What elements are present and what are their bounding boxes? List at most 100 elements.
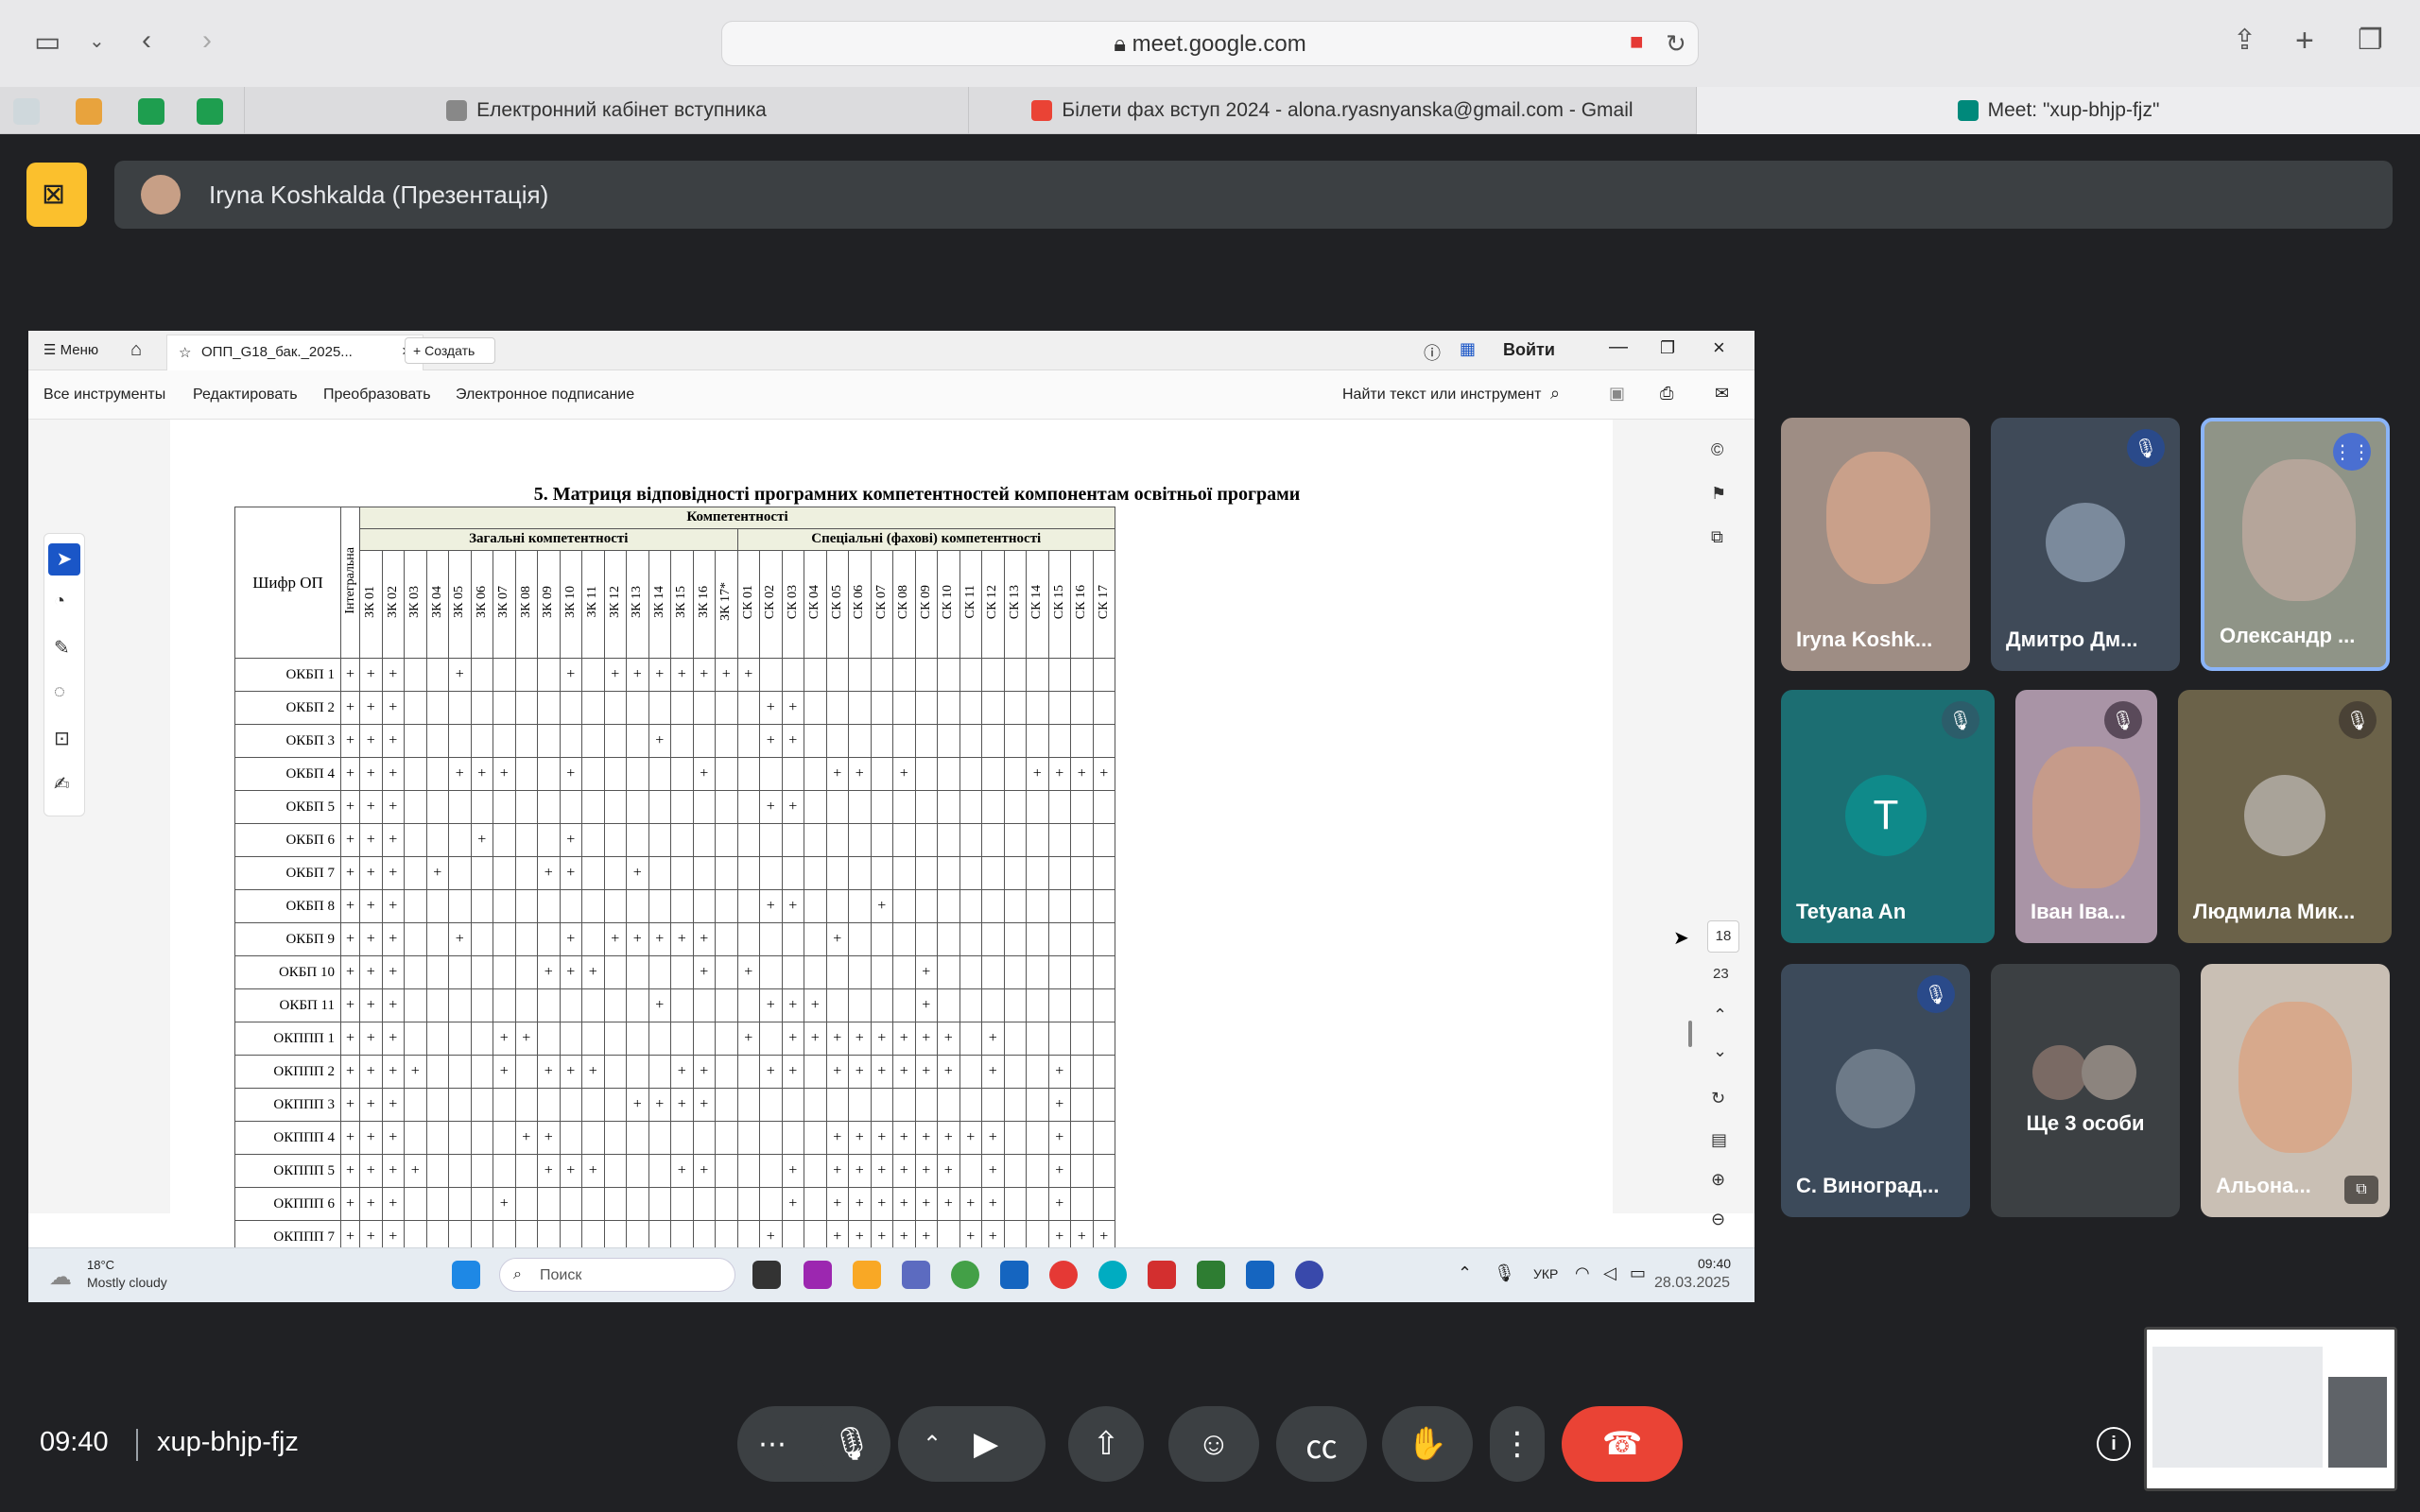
copilot-icon[interactable] [804,1261,832,1289]
mail-icon[interactable]: ✉ [1715,384,1729,404]
find-tool-input[interactable]: Найти текст или инструмент [1342,387,1541,404]
comment-tool-icon[interactable]: ◔ [54,591,65,612]
page-number-input[interactable]: 18 [1707,920,1739,953]
pip-icon[interactable]: ⧉ [2344,1176,2378,1204]
taskbar-search[interactable]: ⌕ Поиск [499,1258,735,1292]
chevron-up-icon[interactable]: ⌃ [923,1431,942,1458]
forward-icon[interactable]: › [202,26,212,55]
sidebar-toggle-icon[interactable]: ▭ [34,28,60,57]
word-icon[interactable] [1246,1261,1274,1289]
more-options-button[interactable]: ⋮ [1490,1406,1545,1482]
page-down-icon[interactable]: ⌄ [1713,1041,1727,1061]
matrix-cell [759,823,783,857]
copy-icon[interactable]: ⧉ [1711,527,1723,547]
tray-chevron-icon[interactable]: ⌃ [1458,1263,1472,1283]
participant-tile[interactable]: 🎙︎ Людмила Мик... [2178,690,2392,943]
taskbar-time[interactable]: 09:40 [1698,1256,1731,1271]
select-tool-icon[interactable]: ➤ [48,543,80,576]
wifi-icon[interactable]: ◠ [1575,1263,1590,1283]
task-view-icon[interactable] [752,1261,781,1289]
star-icon[interactable]: ☆ [179,344,191,361]
rotate-icon[interactable]: ↻ [1711,1089,1725,1108]
zoom-app-icon[interactable] [1295,1261,1323,1289]
create-button[interactable]: + Создать [405,337,495,364]
save-icon[interactable]: ▣ [1609,384,1625,404]
participant-tile[interactable]: Iryna Koshk... [1781,418,1970,671]
tab-applicant-cabinet[interactable]: Електронний кабінет вступника [244,87,968,134]
pinned-tab[interactable] [13,98,40,125]
scrollbar-thumb[interactable] [1688,1021,1692,1047]
lasso-tool-icon[interactable]: ◌ [54,681,65,703]
reactions-button[interactable]: ☺ [1168,1406,1259,1482]
zoom-out-icon[interactable]: ⊖ [1711,1210,1725,1229]
signin-button[interactable]: Войти [1503,340,1555,360]
tool-esign[interactable]: Электронное подписание [456,387,634,404]
acrobat-icon[interactable] [1148,1261,1176,1289]
menu-button[interactable]: ☰ Меню [43,341,98,358]
document-tab[interactable]: ☆ ОПП_G18_бак._2025... × [166,335,424,370]
tool-convert[interactable]: Преобразовать [323,387,431,404]
stop-presenting-button[interactable]: ⊠ [26,163,87,227]
yandex-icon[interactable] [1049,1261,1078,1289]
search-icon[interactable]: ⌕ [1550,384,1560,404]
raise-hand-button[interactable]: ✋ [1382,1406,1473,1482]
mic-button[interactable]: 🎙︎ [817,1409,887,1479]
minimize-icon[interactable]: — [1609,336,1628,358]
zoom-in-icon[interactable]: ⊕ [1711,1170,1725,1190]
participant-tile[interactable]: T 🎙︎ Tetyana An [1781,690,1995,943]
tool-edit[interactable]: Редактировать [193,387,298,404]
leave-call-button[interactable]: ☎ [1562,1406,1683,1482]
self-view-thumbnail[interactable] [2144,1327,2397,1491]
page-up-icon[interactable]: ⌃ [1713,1005,1727,1025]
excel-icon[interactable] [1197,1261,1225,1289]
close-window-icon[interactable]: × [1713,335,1725,360]
restore-icon[interactable]: ❐ [1660,338,1675,358]
sign-tool-icon[interactable]: ✍ [54,772,70,796]
tab-gmail[interactable]: Білети фах вступ 2024 - alona.ryasnyansk… [968,87,1696,134]
chrome-icon[interactable] [951,1261,979,1289]
language-indicator[interactable]: УКР [1533,1266,1558,1281]
more-audio-icon[interactable]: ⋯ [758,1428,786,1461]
captions-button[interactable]: ㏄ [1276,1406,1367,1482]
address-bar[interactable]: 🔒︎ meet.google.com ■ ↻ [721,21,1699,66]
chevron-down-icon[interactable]: ⌄ [89,32,105,51]
meeting-info-icon[interactable]: i [2097,1427,2131,1461]
taskbar-date[interactable]: 28.03.2025 [1654,1275,1730,1292]
share-icon[interactable]: ⇪ [2233,26,2256,55]
home-icon[interactable]: ⌂ [130,339,142,361]
present-button[interactable]: ⇧ [1068,1406,1144,1482]
pinned-tab-sheets[interactable] [197,98,223,125]
store-icon[interactable] [1000,1261,1028,1289]
volume-icon[interactable]: ◁ [1603,1263,1616,1283]
more-participants-tile[interactable]: Ще 3 особи [1991,964,2180,1217]
apps-grid-icon[interactable]: ▦ [1460,339,1476,359]
camera-recording-icon[interactable]: ■ [1630,31,1644,54]
windows-start-icon[interactable] [452,1261,480,1289]
camera-button[interactable]: ▶ [974,1425,998,1463]
mic-tray-icon[interactable]: 🎙︎ [1494,1263,1515,1283]
help-icon[interactable]: ⓘ [1424,340,1441,365]
participant-tile[interactable]: Альона... ⧉ [2201,964,2390,1217]
edge-icon[interactable] [1098,1261,1127,1289]
back-icon[interactable]: ‹ [142,26,151,55]
participant-tile[interactable]: 🎙︎ Іван Іва... [2015,690,2157,943]
new-tab-icon[interactable]: + [2295,25,2314,57]
text-box-tool-icon[interactable]: ⊡ [54,727,70,750]
reload-icon[interactable]: ↻ [1666,31,1686,56]
pinned-tab-sheets[interactable] [138,98,164,125]
pinned-tab[interactable] [76,98,102,125]
tab-meet[interactable]: Meet: "xup-bhjp-fjz" [1696,87,2420,134]
participant-tile[interactable]: 🎙︎ Дмитро Дм... [1991,418,2180,671]
participant-tile[interactable]: 🎙︎ С. Виноград... [1781,964,1970,1217]
comment-panel-icon[interactable]: © [1711,440,1723,460]
page-icon[interactable]: ▤ [1711,1130,1727,1150]
print-icon[interactable]: ⎙ [1660,384,1673,404]
teams-icon[interactable] [902,1261,930,1289]
participant-tile[interactable]: ⋮⋮ Олександр ... [2201,418,2390,671]
pen-tool-icon[interactable]: ✎ [54,636,70,660]
tab-overview-icon[interactable]: ❐ [2358,26,2383,55]
file-explorer-icon[interactable] [853,1261,881,1289]
bookmark-icon[interactable]: ⚑ [1711,484,1726,504]
battery-icon[interactable]: ▭ [1630,1263,1646,1283]
tool-all-tools[interactable]: Все инструменты [43,387,165,404]
